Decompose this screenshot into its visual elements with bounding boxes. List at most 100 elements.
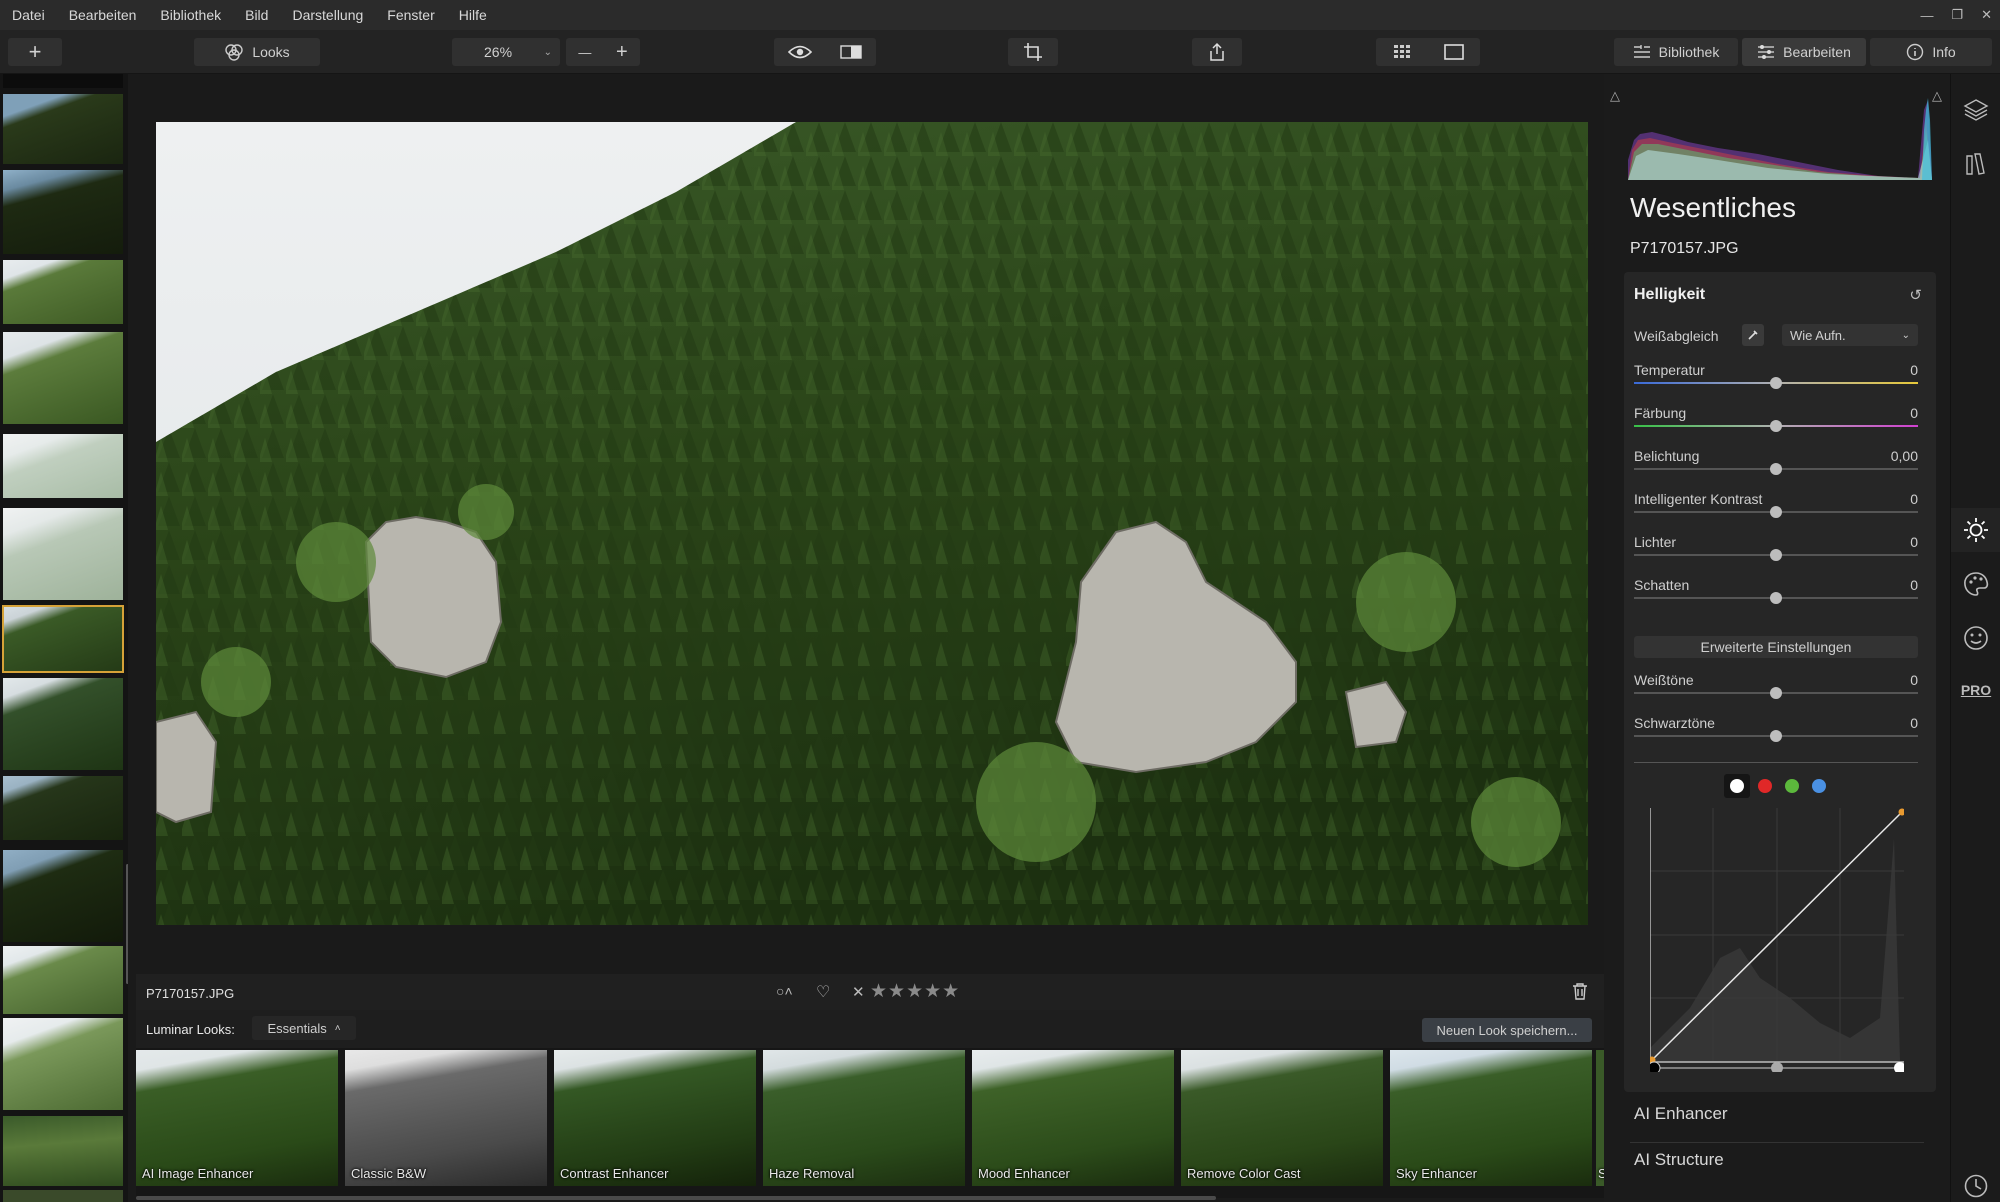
looks-button[interactable]: Looks bbox=[194, 38, 320, 66]
panel-filename: P7170157.JPG bbox=[1630, 240, 1739, 257]
look-sky-enhancer[interactable]: Sky Enhancer bbox=[1390, 1050, 1592, 1186]
histogram bbox=[1628, 90, 1932, 180]
filmstrip-thumbnail[interactable] bbox=[3, 74, 123, 88]
crop-button[interactable] bbox=[1008, 38, 1058, 66]
look-haze-removal[interactable]: Haze Removal bbox=[763, 1050, 965, 1186]
slider-temperature[interactable]: Temperatur 0 bbox=[1634, 362, 1918, 402]
look-ai-image-enhancer[interactable]: AI Image Enhancer bbox=[136, 1050, 338, 1186]
filmstrip-scrollbar[interactable] bbox=[126, 864, 128, 984]
presets-icon[interactable] bbox=[1951, 142, 2000, 186]
filmstrip-thumbnail[interactable] bbox=[3, 1190, 123, 1202]
history-clock-icon[interactable] bbox=[1951, 1164, 2000, 1202]
menu-view[interactable]: Darstellung bbox=[280, 0, 375, 30]
looks-scrollbar[interactable] bbox=[136, 1196, 1216, 1200]
slider-knob[interactable] bbox=[1770, 592, 1782, 604]
slider-value: 0 bbox=[1910, 715, 1918, 731]
filmstrip-thumbnail[interactable] bbox=[3, 434, 123, 498]
slider-shadows[interactable]: Schatten 0 bbox=[1634, 577, 1918, 617]
main-photo[interactable] bbox=[156, 122, 1588, 925]
look-contrast-enhancer[interactable]: Contrast Enhancer bbox=[554, 1050, 756, 1186]
compare-icon[interactable] bbox=[840, 44, 862, 60]
filmstrip-thumbnail[interactable] bbox=[3, 850, 123, 942]
menu-image[interactable]: Bild bbox=[233, 0, 280, 30]
clipping-warning-shadows-icon[interactable]: △ bbox=[1610, 88, 1620, 104]
creative-palette-icon[interactable] bbox=[1951, 562, 2000, 606]
slider-knob[interactable] bbox=[1770, 420, 1782, 432]
filmstrip-thumbnail[interactable] bbox=[3, 94, 123, 164]
filmstrip-thumbnail[interactable] bbox=[3, 332, 123, 424]
reject-button[interactable]: ✕ bbox=[852, 983, 865, 1001]
trash-icon[interactable] bbox=[1572, 982, 1588, 1003]
curve-channel-green[interactable] bbox=[1785, 779, 1799, 793]
minimize-button[interactable]: — bbox=[1920, 8, 1933, 23]
advanced-settings-button[interactable]: Erweiterte Einstellungen bbox=[1634, 636, 1918, 658]
slider-knob[interactable] bbox=[1770, 549, 1782, 561]
menu-edit[interactable]: Bearbeiten bbox=[57, 0, 149, 30]
eye-icon[interactable] bbox=[788, 44, 812, 60]
eyedropper-icon[interactable] bbox=[1742, 324, 1764, 346]
essentials-sun-icon[interactable] bbox=[1951, 508, 2000, 552]
grid-icon[interactable] bbox=[1393, 44, 1411, 60]
pro-tools-button[interactable]: PRO bbox=[1951, 668, 2000, 712]
slider-highlights[interactable]: Lichter 0 bbox=[1634, 534, 1918, 574]
tab-info[interactable]: Info bbox=[1870, 38, 1992, 66]
zoom-select[interactable]: 26% ⌄ bbox=[452, 38, 560, 66]
curve-channel-red[interactable] bbox=[1758, 779, 1772, 793]
save-look-button[interactable]: Neuen Look speichern... bbox=[1422, 1018, 1592, 1042]
close-button[interactable]: ✕ bbox=[1981, 7, 1992, 23]
slider-label: Belichtung bbox=[1634, 448, 1700, 464]
slider-knob[interactable] bbox=[1770, 506, 1782, 518]
look-classic-bw[interactable]: Classic B&W bbox=[345, 1050, 547, 1186]
slider-knob[interactable] bbox=[1770, 687, 1782, 699]
filmstrip-thumbnail[interactable] bbox=[3, 1116, 123, 1186]
layers-icon[interactable] bbox=[1951, 88, 2000, 132]
looks-category-select[interactable]: Essentials ˄ bbox=[252, 1016, 356, 1040]
look-remove-color-cast[interactable]: Remove Color Cast bbox=[1181, 1050, 1383, 1186]
slider-tint[interactable]: Färbung 0 bbox=[1634, 405, 1918, 445]
filmstrip-thumbnail[interactable] bbox=[3, 776, 123, 840]
reset-icon[interactable]: ↺ bbox=[1909, 286, 1922, 304]
menu-library[interactable]: Bibliothek bbox=[148, 0, 233, 30]
portrait-face-icon[interactable] bbox=[1951, 616, 2000, 660]
slider-knob[interactable] bbox=[1770, 730, 1782, 742]
filmstrip-thumbnail[interactable] bbox=[3, 678, 123, 770]
filmstrip-thumbnail[interactable] bbox=[3, 170, 123, 254]
filmstrip-thumbnail[interactable] bbox=[3, 946, 123, 1014]
filmstrip-thumbnail[interactable] bbox=[3, 1018, 123, 1110]
slider-whites[interactable]: Weißtöne 0 bbox=[1634, 672, 1918, 712]
slider-blacks[interactable]: Schwarztöne 0 bbox=[1634, 715, 1918, 755]
zoom-in-button[interactable]: + bbox=[616, 41, 628, 64]
filmstrip-thumbnail[interactable] bbox=[3, 508, 123, 600]
tab-edit[interactable]: Bearbeiten bbox=[1742, 38, 1866, 66]
share-button[interactable] bbox=[1192, 38, 1242, 66]
slider-value: 0 bbox=[1910, 362, 1918, 378]
slider-exposure[interactable]: Belichtung 0,00 bbox=[1634, 448, 1918, 488]
slider-knob[interactable] bbox=[1770, 463, 1782, 475]
wb-select[interactable]: Wie Aufn. ⌄ bbox=[1782, 324, 1918, 346]
slider-knob[interactable] bbox=[1770, 377, 1782, 389]
section-ai-enhancer[interactable]: AI Enhancer bbox=[1634, 1104, 1728, 1124]
heart-icon[interactable]: ♡ bbox=[816, 982, 830, 1002]
look-mood-enhancer[interactable]: Mood Enhancer bbox=[972, 1050, 1174, 1186]
slider-smart-contrast[interactable]: Intelligenter Kontrast 0 bbox=[1634, 491, 1918, 531]
tab-library-label: Bibliothek bbox=[1658, 44, 1720, 60]
look-partial[interactable]: Sc bbox=[1596, 1050, 1604, 1186]
section-ai-structure[interactable]: AI Structure bbox=[1634, 1150, 1724, 1170]
slider-value: 0 bbox=[1910, 405, 1918, 421]
filmstrip-thumbnail-selected[interactable] bbox=[2, 605, 124, 673]
maximize-button[interactable]: ❐ bbox=[1951, 7, 1963, 23]
filmstrip-thumbnail[interactable] bbox=[3, 260, 123, 324]
slider-label: Lichter bbox=[1634, 534, 1677, 550]
menu-file[interactable]: Datei bbox=[0, 0, 57, 30]
menu-help[interactable]: Hilfe bbox=[447, 0, 499, 30]
clipping-warning-highlights-icon[interactable]: △ bbox=[1932, 88, 1942, 104]
single-view-icon[interactable] bbox=[1443, 44, 1464, 60]
add-button[interactable]: + bbox=[8, 38, 62, 66]
tab-library[interactable]: Bibliothek bbox=[1614, 38, 1738, 66]
tone-curve[interactable] bbox=[1647, 808, 1906, 1075]
curve-channel-blue[interactable] bbox=[1812, 779, 1826, 793]
menu-window[interactable]: Fenster bbox=[375, 0, 446, 30]
flag-icon[interactable]: ○˄ bbox=[776, 983, 793, 999]
zoom-out-button[interactable]: — bbox=[578, 45, 591, 60]
star-rating[interactable]: ★★★★★ bbox=[870, 980, 960, 1003]
